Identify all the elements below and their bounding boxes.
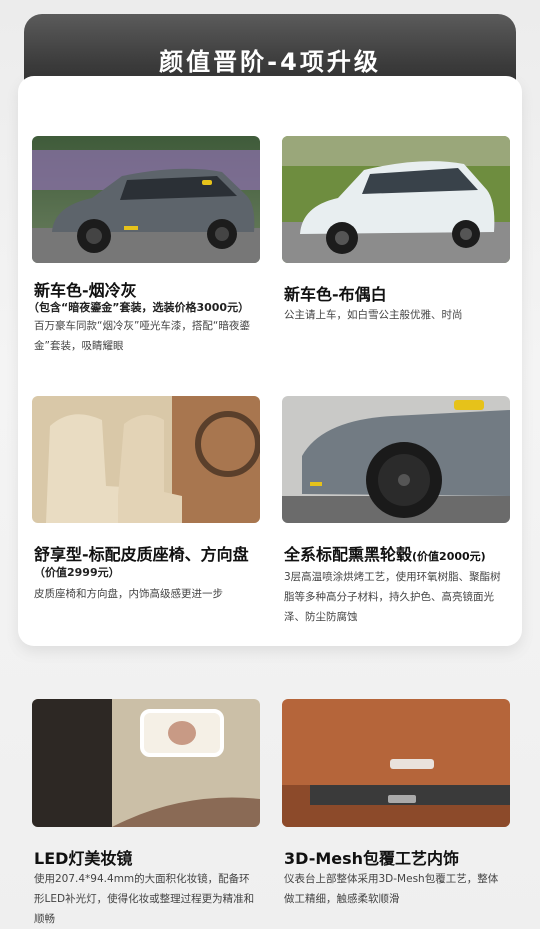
item-description: 使用207.4*94.4mm的大面积化妆镜，配备环形LED补光灯，使得化妆或整理… — [34, 873, 255, 925]
dashboard-photo — [282, 699, 510, 827]
item-title: 舒享型-标配皮质座椅、方向盘 — [34, 545, 249, 564]
vanity-mirror-photo — [32, 699, 260, 827]
item-title: 3D-Mesh包覆工艺内饰 — [284, 849, 460, 868]
item-subtitle: （价值2999元） — [34, 566, 120, 579]
leather-seat-photo — [32, 396, 260, 523]
item-subtitle: （包含“暗夜鎏金”套装，选装价格3000元） — [28, 301, 250, 314]
item-description: 公主请上车，如白雪公主般优雅、时尚 — [284, 309, 463, 321]
black-wheel-photo — [282, 396, 510, 523]
item-description: 百万豪车同款“烟冷灰”哑光车漆，搭配“暗夜鎏金”套装，吸睛耀眼 — [34, 320, 250, 352]
page-title: 颜值晋阶-4项升级 — [159, 48, 381, 76]
item-description: 仪表台上部整体采用3D-Mesh包覆工艺，整体做工精细，触感柔软顺滑 — [284, 873, 499, 905]
item-title: LED灯美妆镜 — [34, 849, 133, 868]
gray-car-photo — [32, 136, 260, 263]
item-title: 新车色-烟冷灰 — [34, 281, 137, 300]
item-title: 新车色-布偶白 — [284, 285, 387, 304]
item-title-note: (价值2000元) — [412, 550, 486, 563]
white-car-photo — [282, 136, 510, 263]
item-description: 3层高温喷涂烘烤工艺，使用环氧树脂、聚酯树脂等多种高分子材料，持久护色、高亮镜面… — [284, 571, 501, 623]
item-title: 全系标配熏黑轮毂(价值2000元) — [284, 541, 486, 565]
item-title-text: 全系标配熏黑轮毂 — [284, 545, 413, 564]
item-description: 皮质座椅和方向盘，内饰高级感更进一步 — [34, 588, 223, 600]
